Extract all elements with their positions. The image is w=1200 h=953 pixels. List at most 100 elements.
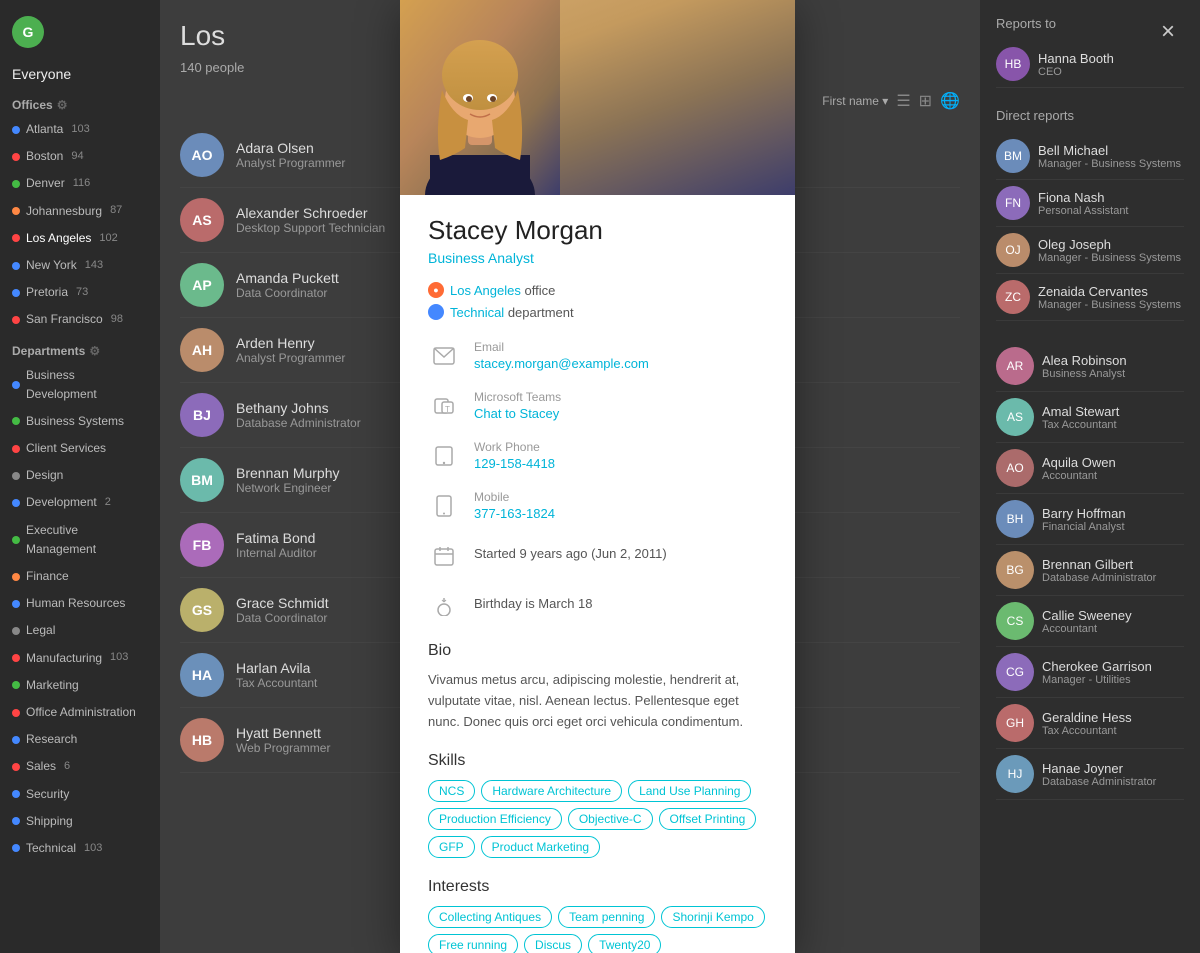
interest-tag[interactable]: Discus [524,934,582,953]
close-button[interactable]: × [1152,16,1184,48]
location-link[interactable]: Los Angeles [450,283,521,298]
interests-section-title: Interests [428,878,767,896]
location-icon: ● [428,282,444,298]
email-value[interactable]: stacey.morgan@example.com [474,356,649,371]
sidebar-office-new-york[interactable]: New York143 [0,252,160,279]
skill-tag[interactable]: GFP [428,836,475,858]
sidebar-dept-manufacturing[interactable]: Manufacturing103 [0,645,160,672]
profile-photo [400,0,795,195]
sidebar-dept-business-systems[interactable]: Business Systems [0,408,160,435]
interest-tag[interactable]: Team penning [558,906,655,928]
right-panel-person-item[interactable]: HJ Hanae Joyner Database Administrator [996,749,1184,800]
mobile-row: Mobile 377-163-1824 [428,490,767,522]
manager-avatar: HB [996,47,1030,81]
skill-tag[interactable]: Hardware Architecture [481,780,622,802]
sidebar-dept-human-resources[interactable]: Human Resources [0,590,160,617]
phone-label: Work Phone [474,440,555,454]
right-panel-person-item[interactable]: GH Geraldine Hess Tax Accountant [996,698,1184,749]
direct-report-item[interactable]: OJ Oleg Joseph Manager - Business System… [996,227,1184,274]
sidebar-office-atlanta[interactable]: Atlanta103 [0,116,160,143]
logo[interactable]: G [12,16,44,48]
phone-value[interactable]: 129-158-4418 [474,456,555,471]
sidebar-dept-design[interactable]: Design [0,462,160,489]
calendar-icon [428,540,460,572]
skills-container: NCS Hardware Architecture Land Use Plannin… [428,780,767,858]
department-link[interactable]: Technical [450,305,504,320]
skill-tag[interactable]: Offset Printing [659,808,757,830]
started-row: Started 9 years ago (Jun 2, 2011) [428,540,767,572]
manager-name: Hanna Booth [1038,51,1114,66]
sidebar-office-johannesburg[interactable]: Johannesburg87 [0,198,160,225]
mobile-icon [428,490,460,522]
sidebar-dept-legal[interactable]: Legal [0,617,160,644]
sidebar-dept-business-development[interactable]: Business Development [0,362,160,408]
interest-tag[interactable]: Twenty20 [588,934,661,953]
right-panel-person-item[interactable]: CG Cherokee Garrison Manager - Utilities [996,647,1184,698]
sidebar-office-boston[interactable]: Boston94 [0,143,160,170]
right-panel-person-item[interactable]: AO Aquila Owen Accountant [996,443,1184,494]
sidebar-office-pretoria[interactable]: Pretoria73 [0,279,160,306]
teams-label: Microsoft Teams [474,390,561,404]
sidebar: G Everyone Offices ⚙ Atlanta103Boston94D… [0,0,160,953]
sidebar-dept-executive-management[interactable]: Executive Management [0,517,160,563]
profile-title: Business Analyst [428,250,767,266]
sidebar-dept-development[interactable]: Development2 [0,489,160,516]
sidebar-dept-shipping[interactable]: Shipping [0,808,160,835]
right-panel-person-item[interactable]: CS Callie Sweeney Accountant [996,596,1184,647]
email-row: Email stacey.morgan@example.com [428,340,767,372]
bio-text: Vivamus metus arcu, adipiscing molestie,… [428,670,767,732]
direct-report-item[interactable]: ZC Zenaida Cervantes Manager - Business … [996,274,1184,321]
direct-reports-label: Direct reports [996,108,1184,123]
sidebar-everyone[interactable]: Everyone [0,60,160,88]
right-panel-person-item[interactable]: AR Alea Robinson Business Analyst [996,341,1184,392]
email-icon [428,340,460,372]
sidebar-dept-security[interactable]: Security [0,781,160,808]
manager-item[interactable]: HB Hanna Booth CEO [996,41,1184,88]
teams-icon: T [428,390,460,422]
phone-row: Work Phone 129-158-4418 [428,440,767,472]
profile-name: Stacey Morgan [428,215,767,246]
sidebar-dept-office-administration[interactable]: Office Administration [0,699,160,726]
bio-section-title: Bio [428,642,767,660]
skills-section-title: Skills [428,752,767,770]
sidebar-dept-marketing[interactable]: Marketing [0,672,160,699]
skill-tag[interactable]: NCS [428,780,475,802]
interest-tag[interactable]: Shorinji Kempo [661,906,764,928]
department-row: Technical department [428,304,767,320]
sidebar-office-san-francisco[interactable]: San Francisco98 [0,306,160,333]
mobile-value[interactable]: 377-163-1824 [474,506,555,521]
right-panel-person-item[interactable]: AS Amal Stewart Tax Accountant [996,392,1184,443]
svg-text:T: T [445,405,450,414]
started-value: Started 9 years ago (Jun 2, 2011) [474,540,667,561]
department-icon [428,304,444,320]
mobile-label: Mobile [474,490,555,504]
departments-section: Departments ⚙ [0,334,160,362]
sidebar-office-los-angeles[interactable]: Los Angeles102 [0,225,160,252]
teams-chat[interactable]: Chat to Stacey [474,406,561,421]
interest-tag[interactable]: Collecting Antiques [428,906,552,928]
sidebar-dept-client-services[interactable]: Client Services [0,435,160,462]
location-row: ● Los Angeles office [428,282,767,298]
skill-tag[interactable]: Objective-C [568,808,653,830]
birthday-icon [428,590,460,622]
sidebar-dept-technical[interactable]: Technical103 [0,835,160,862]
right-panel: Reports to HB Hanna Booth CEO Direct rep… [980,0,1200,953]
direct-report-item[interactable]: FN Fiona Nash Personal Assistant [996,180,1184,227]
direct-report-item[interactable]: BM Bell Michael Manager - Business Syste… [996,133,1184,180]
sidebar-dept-sales[interactable]: Sales6 [0,753,160,780]
email-label: Email [474,340,649,354]
sidebar-dept-research[interactable]: Research [0,726,160,753]
interest-tag[interactable]: Free running [428,934,518,953]
sidebar-dept-finance[interactable]: Finance [0,563,160,590]
right-panel-person-item[interactable]: BH Barry Hoffman Financial Analyst [996,494,1184,545]
interests-container: Collecting Antiques Team penning Shorinji … [428,906,767,953]
skill-tag[interactable]: Product Marketing [481,836,600,858]
manager-role: CEO [1038,66,1114,78]
skill-tag[interactable]: Production Efficiency [428,808,562,830]
right-panel-person-item[interactable]: BG Brennan Gilbert Database Administrato… [996,545,1184,596]
profile-modal: Stacey Morgan Business Analyst ● Los Ang… [400,0,795,953]
birthday-row: Birthday is March 18 [428,590,767,622]
skill-tag[interactable]: Land Use Planning [628,780,751,802]
teams-row: T Microsoft Teams Chat to Stacey [428,390,767,422]
sidebar-office-denver[interactable]: Denver116 [0,170,160,197]
